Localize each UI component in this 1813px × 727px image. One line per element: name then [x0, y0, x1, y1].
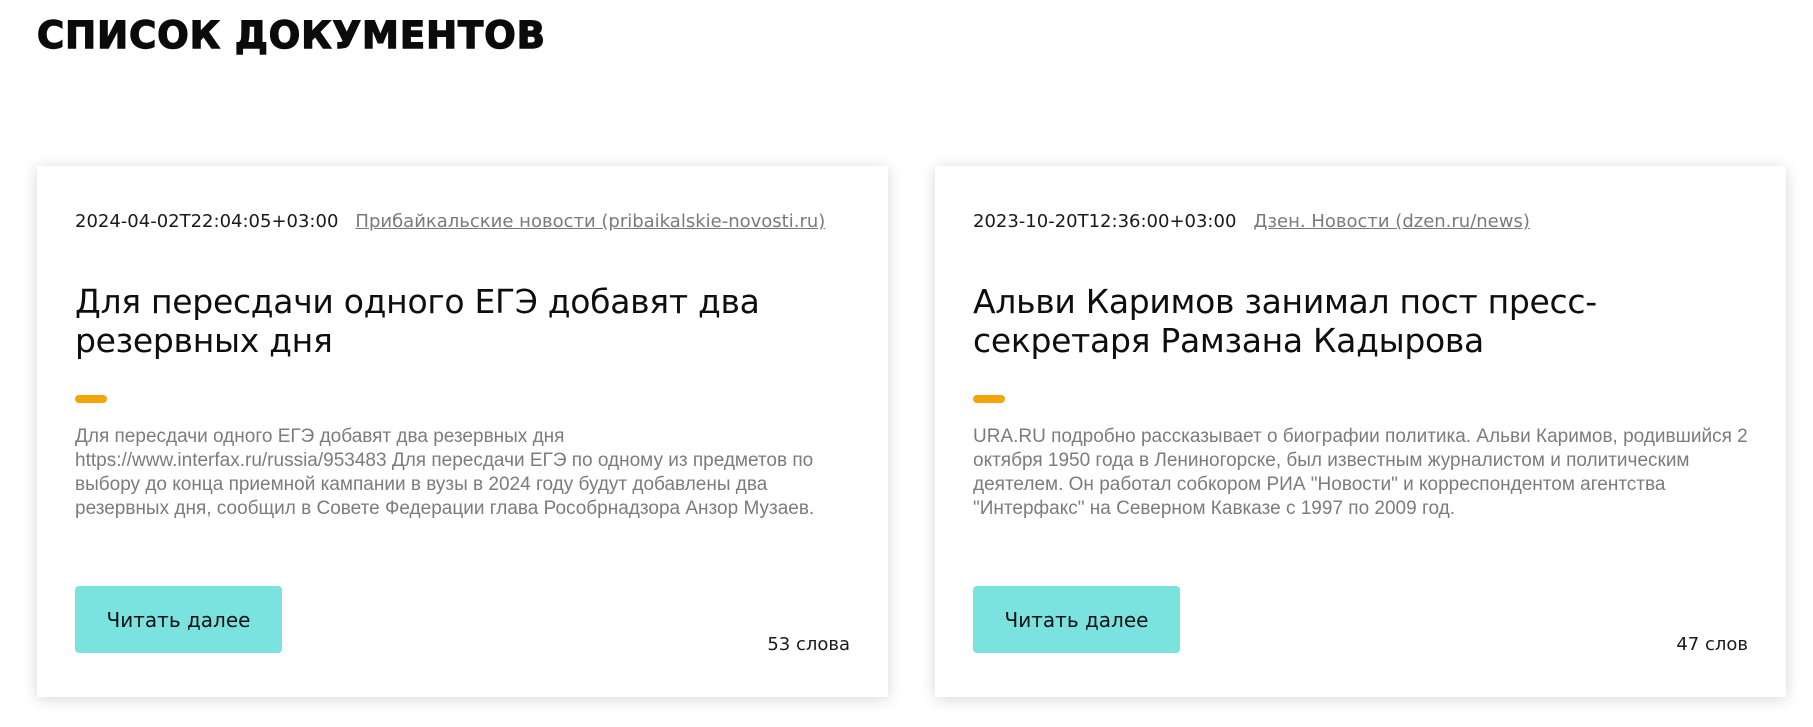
word-count: 47 слов — [1676, 634, 1748, 655]
accent-divider — [973, 395, 1005, 403]
read-more-button[interactable]: Читать далее — [973, 586, 1180, 653]
document-source-link[interactable]: Прибайкальские новости (pribaikalskie-no… — [355, 210, 825, 234]
document-summary: Для пересдачи одного ЕГЭ добавят два рез… — [75, 426, 815, 519]
read-more-button[interactable]: Читать далее — [75, 586, 282, 653]
document-date: 2024-04-02T22:04:05+03:00 — [75, 211, 339, 232]
document-list: 2024-04-02T22:04:05+03:00 Прибайкальские… — [37, 166, 1786, 697]
document-date: 2023-10-20T12:36:00+03:00 — [973, 211, 1237, 232]
document-summary: URA.RU подробно рассказывает о биографии… — [973, 426, 1748, 519]
page-title: Список документов — [36, 13, 546, 57]
word-count: 53 слова — [767, 634, 850, 655]
document-meta: 2024-04-02T22:04:05+03:00 Прибайкальские… — [75, 210, 850, 234]
document-meta: 2023-10-20T12:36:00+03:00 Дзен. Новости … — [973, 210, 1748, 234]
document-card: 2024-04-02T22:04:05+03:00 Прибайкальские… — [37, 166, 888, 697]
document-title: Альви Каримов занимал пост пресс-секрета… — [973, 282, 1597, 360]
document-title: Для пересдачи одного ЕГЭ добавят два рез… — [75, 282, 760, 360]
document-source-link[interactable]: Дзен. Новости (dzen.ru/news) — [1253, 210, 1529, 234]
document-card: 2023-10-20T12:36:00+03:00 Дзен. Новости … — [935, 166, 1786, 697]
accent-divider — [75, 395, 107, 403]
